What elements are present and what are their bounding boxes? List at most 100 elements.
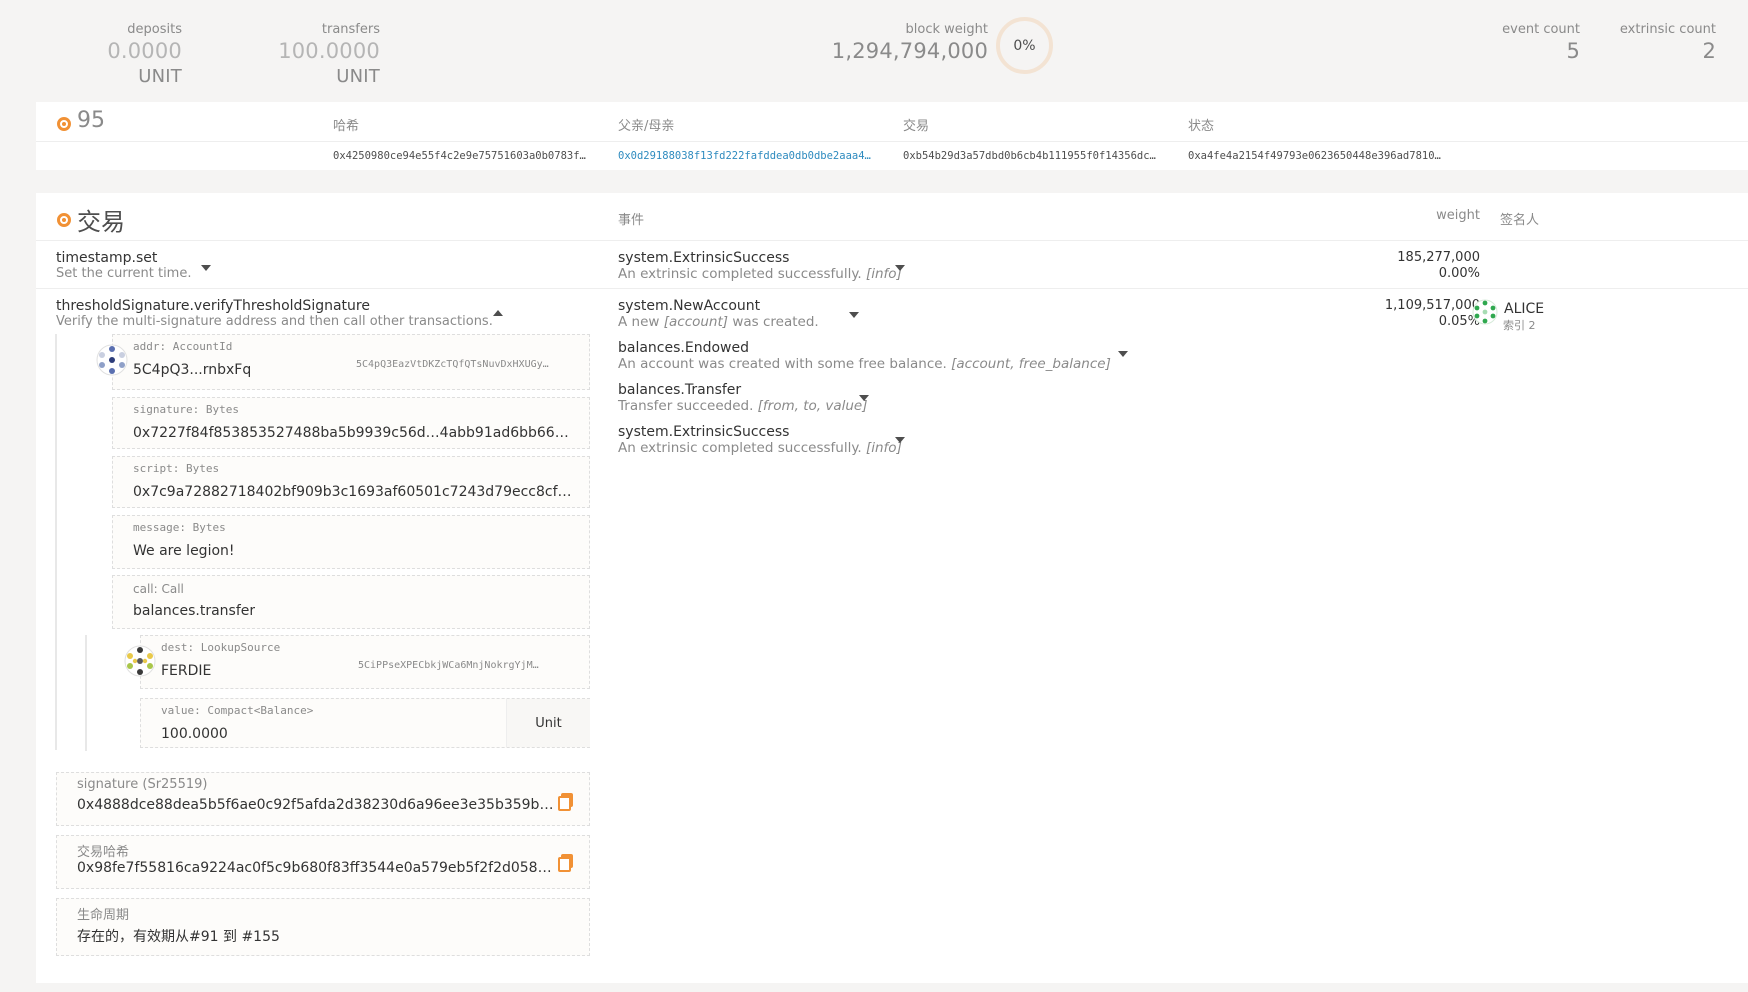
unit-select[interactable]: Unit — [506, 699, 590, 747]
event-name: balances.Transfer — [618, 382, 742, 398]
param-dest-value: FERDIE — [161, 663, 212, 679]
param-addr-full: 5C4pQ3EazVtDKZcTQfQTsNuvDxHXUGy… — [356, 359, 549, 370]
param-dest[interactable]: dest: LookupSource FERDIE 5CiPPseXPECbkj… — [140, 635, 590, 689]
expand-event-icon[interactable] — [895, 265, 905, 271]
event-desc: A new [account] was created. — [618, 314, 819, 330]
extrinsic-count-value: 2 — [1702, 39, 1716, 63]
state-root-header: 状态 — [1188, 119, 1215, 134]
expand-event-icon[interactable] — [849, 312, 859, 318]
extrinsics-panel: 交易 事件 weight 签名人 timestamp.set Set the c… — [36, 193, 1748, 983]
event-count-value: 5 — [1566, 39, 1580, 63]
param-amount-value: 100.0000 — [161, 726, 228, 742]
extrinsic-weight-percent: 0.00% — [1438, 266, 1480, 281]
extrinsic-count-summary: extrinsic count 2 — [1600, 22, 1716, 63]
signature-box: signature (Sr25519) 0x4888dce88dea5b5f6a… — [56, 772, 590, 826]
expand-extrinsic-icon[interactable] — [201, 265, 211, 271]
expand-event-icon[interactable] — [859, 395, 869, 401]
signer-index: 索引 2 — [1503, 319, 1536, 332]
param-amount[interactable]: value: Compact<Balance> 100.0000 Unit — [140, 698, 590, 748]
event-name: system.NewAccount — [618, 298, 761, 314]
param-addr-label: addr: AccountId — [133, 340, 233, 353]
param-message-value: We are legion! — [133, 543, 235, 559]
tx-hash-box-label: 交易哈希 — [77, 845, 130, 860]
block-header-panel: 95 哈希 父亲/母亲 交易 状态 0x4250980ce94e55f4c2e9… — [36, 102, 1748, 170]
param-call-value: balances.transfer — [133, 603, 256, 619]
transfers-summary: transfers 100.0000 UNIT — [228, 22, 380, 87]
lifetime-box: 生命周期 存在的，有效期从#91 到 #155 — [56, 898, 590, 956]
weight-header: weight — [1436, 208, 1480, 223]
lifetime-box-label: 生命周期 — [77, 908, 130, 923]
extrinsic-call: thresholdSignature.verifyThresholdSignat… — [56, 298, 370, 314]
extrinsic-row: timestamp.set Set the current time. syst… — [36, 241, 1748, 289]
param-dest-full: 5CiPPseXPECbkjWCa6MnjNokrgYjM… — [358, 660, 539, 671]
call-params-guide-line — [85, 635, 87, 751]
event-name: system.ExtrinsicSuccess — [618, 424, 790, 440]
expand-event-icon[interactable] — [1118, 351, 1128, 357]
event-desc: An account was created with some free ba… — [618, 356, 1111, 372]
block-weight-summary: block weight 1,294,794,000 — [800, 22, 988, 63]
param-signature-value: 0x7227f84f853853527488ba5b9939c56d…4abb9… — [133, 425, 573, 441]
event-name: system.ExtrinsicSuccess — [618, 250, 790, 266]
transfers-value: 100.0000 UNIT — [278, 39, 380, 87]
param-amount-label: value: Compact<Balance> — [161, 704, 314, 717]
extrinsics-header-row: 交易 事件 weight 签名人 — [36, 193, 1748, 241]
copy-icon[interactable] — [558, 793, 573, 811]
extrinsic-call: timestamp.set — [56, 250, 158, 266]
param-signature[interactable]: signature: Bytes 0x7227f84f853853527488b… — [112, 397, 590, 449]
block-header-row: 95 哈希 父亲/母亲 交易 状态 — [36, 102, 1748, 142]
param-message[interactable]: message: Bytes We are legion! — [112, 515, 590, 569]
deposits-summary: deposits 0.0000 UNIT — [58, 22, 182, 87]
parent-hash-link[interactable]: 0x0d29188038f13fd222fafddea0db0dbe2aaa4… — [618, 150, 871, 162]
param-call[interactable]: call: Call balances.transfer — [112, 575, 590, 629]
extrinsic-count-label: extrinsic count — [1619, 22, 1716, 37]
addr-identicon — [96, 344, 128, 376]
block-weight-gauge: 0% — [996, 17, 1053, 74]
extrinsics-status-icon — [57, 213, 71, 227]
collapse-extrinsic-icon[interactable] — [493, 310, 503, 316]
param-call-label: call: Call — [133, 582, 184, 596]
extrinsic-weight-percent: 0.05% — [1438, 314, 1480, 329]
event-desc: Transfer succeeded. [from, to, value] — [618, 398, 868, 414]
param-signature-label: signature: Bytes — [133, 403, 239, 416]
parent-header: 父亲/母亲 — [618, 119, 675, 134]
block-weight-label: block weight — [905, 22, 988, 37]
extrinsics-title: 交易 — [77, 208, 125, 236]
param-script-label: script: Bytes — [133, 462, 220, 475]
dest-identicon — [124, 645, 156, 677]
state-root: 0xa4fe4a2154f49793e0623650448e396ad7810… — [1188, 150, 1441, 162]
event-desc: An extrinsic completed successfully. [in… — [618, 266, 902, 282]
param-addr[interactable]: addr: AccountId 5C4pQ3...rnbxFq 5C4pQ3Ea… — [112, 334, 590, 390]
extrinsic-desc: Verify the multi-signature address and t… — [56, 314, 493, 329]
event-name: balances.Endowed — [618, 340, 749, 356]
event-count-label: event count — [1502, 22, 1580, 37]
signer-identicon — [1472, 299, 1498, 325]
block-number: 95 — [77, 108, 105, 133]
tx-hash-box-value: 0x98fe7f55816ca9224ac0f5c9b680f83ff3544e… — [77, 860, 557, 876]
events-header: 事件 — [618, 213, 645, 228]
extrinsics-root: 0xb54b29d3a57dbd0b6cb4b111955f0f14356dc… — [903, 150, 1156, 162]
hash-header: 哈希 — [333, 119, 360, 134]
param-addr-value: 5C4pQ3...rnbxFq — [133, 362, 252, 378]
signer-name[interactable]: ALICE — [1504, 301, 1544, 317]
extrinsic-weight: 185,277,000 — [1397, 250, 1480, 265]
signer-header: 签名人 — [1500, 213, 1540, 228]
params-guide-line — [55, 334, 57, 750]
event-desc: An extrinsic completed successfully. [in… — [618, 440, 902, 456]
signature-box-value: 0x4888dce88dea5b5f6ae0c92f5afda2d38230d6… — [77, 797, 557, 813]
param-script[interactable]: script: Bytes 0x7c9a72882718402bf909b3c1… — [112, 456, 590, 508]
transfers-label: transfers — [321, 22, 380, 37]
event-count-summary: event count 5 — [1480, 22, 1580, 63]
deposits-label: deposits — [127, 22, 182, 37]
block-hash: 0x4250980ce94e55f4c2e9e75751603a0b0783f… — [333, 150, 586, 162]
extrinsic-desc: Set the current time. — [56, 266, 192, 281]
copy-icon[interactable] — [558, 854, 573, 872]
param-dest-label: dest: LookupSource — [161, 641, 281, 654]
param-message-label: message: Bytes — [133, 521, 226, 534]
extrinsics-root-header: 交易 — [903, 119, 930, 134]
block-weight-value: 1,294,794,000 — [831, 39, 988, 63]
extrinsic-weight: 1,109,517,000 — [1384, 298, 1480, 313]
param-script-value: 0x7c9a72882718402bf909b3c1693af60501c724… — [133, 484, 573, 500]
expand-event-icon[interactable] — [895, 437, 905, 443]
block-weight-percent: 0% — [1013, 37, 1036, 54]
lifetime-box-value: 存在的，有效期从#91 到 #155 — [77, 929, 280, 945]
